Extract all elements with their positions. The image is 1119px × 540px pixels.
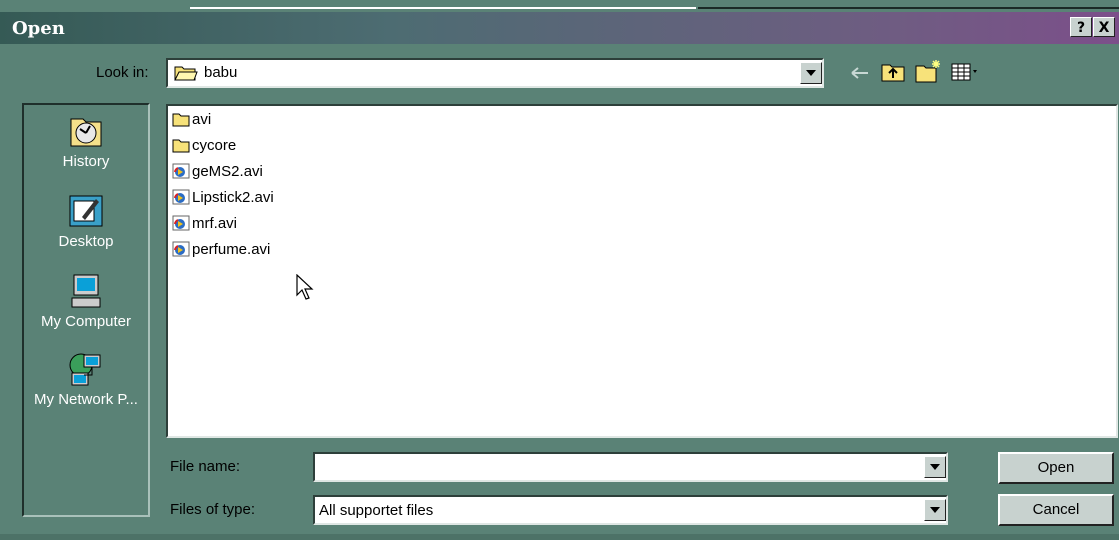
video-file-icon [172, 163, 190, 179]
list-item[interactable]: cycore [172, 134, 236, 158]
help-icon: ? [1076, 20, 1086, 36]
look-in-combo[interactable]: babu [166, 58, 824, 88]
mouse-cursor-icon [296, 273, 316, 302]
file-name-input[interactable] [313, 452, 948, 482]
open-button[interactable]: Open [998, 452, 1114, 484]
video-file-icon [172, 189, 190, 205]
my-computer-icon [68, 273, 104, 309]
desktop-icon [68, 193, 104, 229]
files-of-type-select[interactable]: All supportet files [313, 495, 948, 525]
view-menu-icon[interactable] [950, 60, 982, 84]
place-history[interactable]: History [24, 113, 148, 170]
place-label: History [62, 153, 110, 170]
folder-icon [172, 111, 190, 127]
list-item[interactable]: perfume.avi [172, 238, 270, 262]
places-bar: History Desktop My Computer My Network P… [22, 103, 150, 517]
file-name-dropdown-button[interactable] [924, 456, 946, 478]
bottom-edge [0, 534, 1119, 540]
up-folder-icon[interactable] [880, 60, 906, 84]
video-file-icon [172, 241, 190, 257]
files-of-type-label: Files of type: [170, 501, 256, 518]
cancel-button[interactable]: Cancel [998, 494, 1114, 526]
title-bar[interactable] [0, 12, 1119, 44]
history-icon [68, 113, 104, 149]
close-button[interactable]: X [1093, 17, 1115, 37]
look-in-value: babu [204, 64, 238, 81]
window-title: Open [12, 18, 65, 39]
files-of-type-dropdown-button[interactable] [924, 499, 946, 521]
video-file-icon [172, 215, 190, 231]
list-item[interactable]: geMS2.avi [172, 160, 263, 184]
help-button[interactable]: ? [1070, 17, 1092, 37]
place-label: Desktop [58, 233, 114, 250]
close-icon: X [1098, 20, 1110, 36]
place-label: My Network P... [34, 391, 138, 408]
network-places-icon [68, 351, 104, 387]
look-in-dropdown-button[interactable] [800, 62, 822, 84]
place-my-computer[interactable]: My Computer [24, 273, 148, 330]
look-in-label: Look in: [96, 64, 149, 81]
file-name-label: File name: [170, 458, 241, 475]
new-folder-icon[interactable] [914, 58, 942, 84]
folder-icon [172, 137, 190, 153]
place-network[interactable]: My Network P... [24, 351, 148, 408]
back-arrow-icon[interactable] [848, 62, 872, 84]
list-item[interactable]: mrf.avi [172, 212, 237, 236]
top-edge [0, 0, 1119, 10]
files-of-type-value: All supportet files [319, 502, 434, 519]
file-list[interactable]: avi cycore geMS2.avi Lipstick2.avi mrf.a… [166, 104, 1118, 438]
list-item[interactable]: Lipstick2.avi [172, 186, 274, 210]
folder-open-icon [174, 64, 198, 82]
list-item[interactable]: avi [172, 108, 211, 132]
place-desktop[interactable]: Desktop [24, 193, 148, 250]
place-label: My Computer [40, 313, 132, 330]
